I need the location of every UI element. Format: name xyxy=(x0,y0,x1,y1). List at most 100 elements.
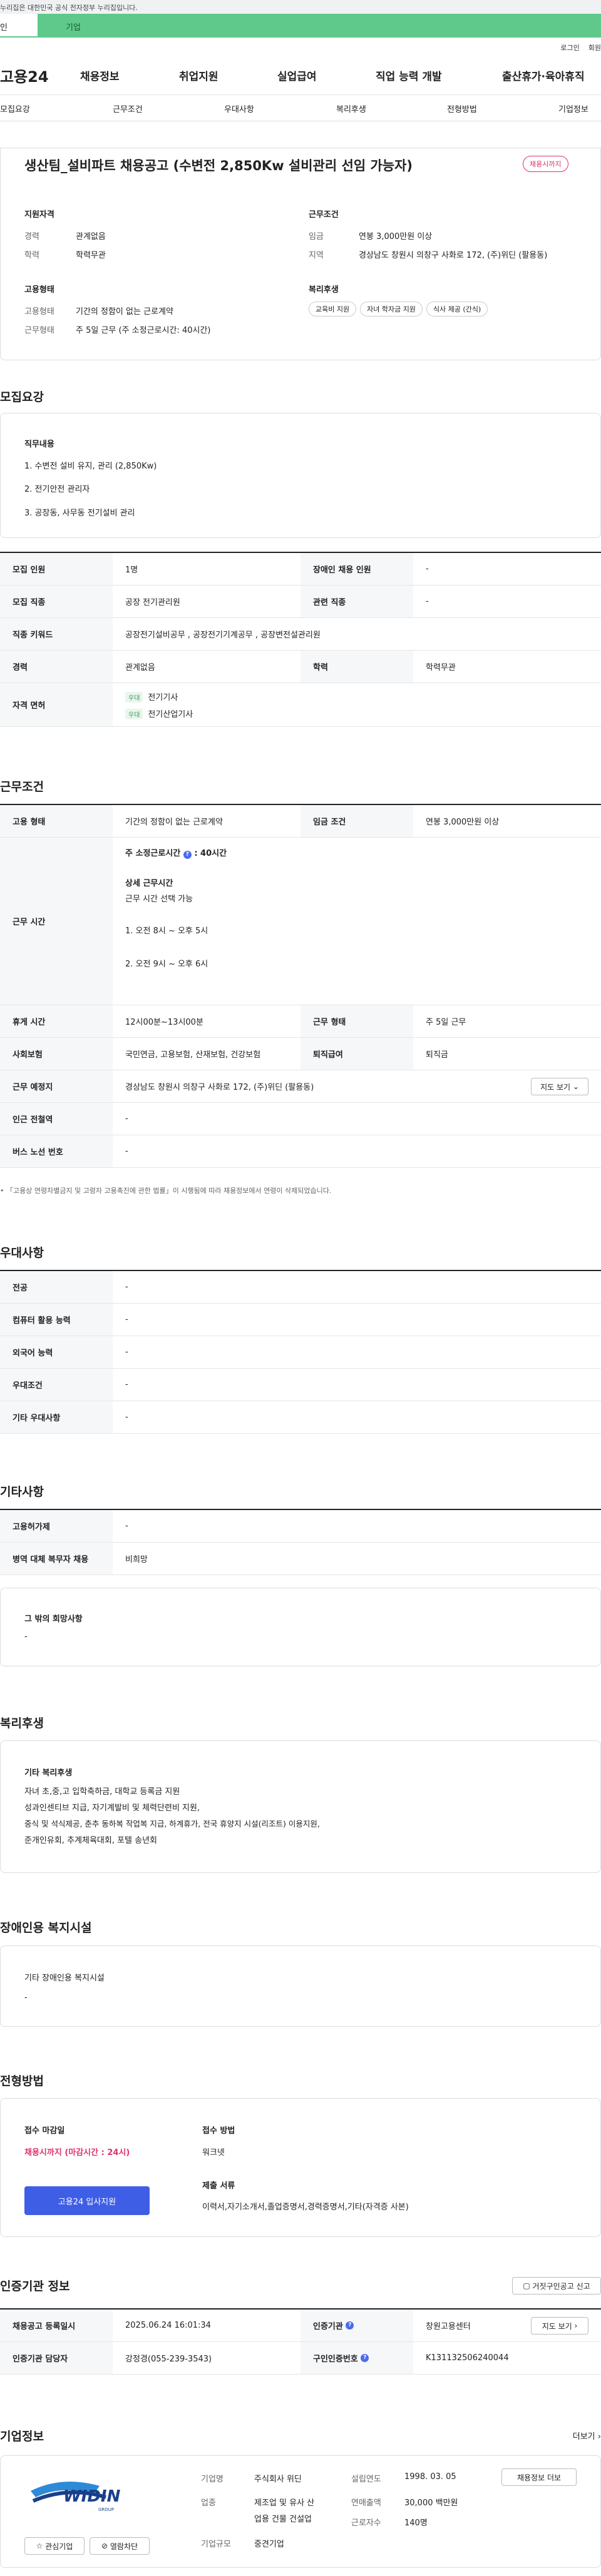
gov-notice-bar: 누리집은 대한민국 공식 전자정부 누리집입니다. xyxy=(0,0,601,14)
docs-label: 제출 서류 xyxy=(202,2181,235,2191)
work-table: 고용 형태 기간의 정함이 없는 근로계약 임금 조건 연봉 3,000만원 이상 근… xyxy=(0,804,601,1168)
welfare-heading: 복리후생 xyxy=(0,1716,44,1730)
block-icon: ⊘ xyxy=(101,2542,108,2550)
wage-value: 연봉 3,000만원 이상 xyxy=(359,232,433,241)
chevron-down-icon: ⌄ xyxy=(572,1082,579,1091)
subnav-company[interactable]: 기업정보 xyxy=(558,103,588,114)
company-more-link[interactable]: 더보기 › xyxy=(573,2430,601,2442)
td: 1명 xyxy=(125,565,138,575)
no-label: 구인인증번호 xyxy=(313,2355,358,2364)
map-button-label: 지도 보기 xyxy=(540,1082,571,1092)
subnav-welfare[interactable]: 복리후생 xyxy=(336,103,366,114)
report-button[interactable]: ▢ 거짓구인공고 신고 xyxy=(512,2277,601,2295)
th: 인근 전철역 xyxy=(0,1103,113,1135)
gnb-item-unemployment[interactable]: 실업급여 xyxy=(277,68,317,83)
th: 버스 노선 번호 xyxy=(0,1135,113,1167)
subnav-work[interactable]: 근무조건 xyxy=(113,103,143,114)
td: 주 5일 근무 xyxy=(426,1018,466,1027)
table-row: 우대조건 - xyxy=(0,1369,601,1401)
duty-card: 직무내용 1. 수변전 설비 유지, 관리 (2,850Kw) 2. 전기안전 … xyxy=(0,413,601,538)
td: - xyxy=(125,1147,128,1156)
td: 연봉 3,000만원 이상 xyxy=(426,818,500,827)
info-icon[interactable]: ? xyxy=(361,2354,369,2362)
td: 학력무관 xyxy=(426,663,456,672)
subnav-process[interactable]: 전형방법 xyxy=(447,103,477,114)
th: 직종 키워드 xyxy=(0,618,113,650)
table-row: 인증기관 담당자 강정경(055-239-3543) 구인인증번호 ? K131132… xyxy=(0,2342,601,2375)
company-card: WIDIN GROUP ☆ 관심기업 ⊘ 열람차단 기업명 주식회사 위딘 업종… xyxy=(0,2455,601,2568)
company-jobs-button[interactable]: 채용정보 더보 xyxy=(501,2468,577,2486)
gnb-item-support[interactable]: 취업지원 xyxy=(179,68,218,83)
gnb-item-training[interactable]: 직업 능력 개발 xyxy=(376,68,442,83)
welfare-line: 중식 및 석식제공, 춘추 동하복 작업복 지급, 하계휴가, 전국 휴양지 시… xyxy=(24,1819,320,1828)
join-link[interactable]: 회원 xyxy=(588,44,601,52)
welfare-tags: 교육비 지원 자녀 학자금 지원 식사 제공 (간식) xyxy=(309,302,491,317)
org-label: 인증기관 xyxy=(313,2322,343,2331)
work-heading: 근무조건 xyxy=(0,780,44,794)
td: 2025.06.24 16:01:34 xyxy=(125,2321,211,2330)
table-row: 모집 직종 공장 전기관리원 관련 직종 - xyxy=(0,586,601,618)
license-item: 우대 전기산업기사 xyxy=(125,707,193,719)
gov-notice-text: 누리집은 대한민국 공식 전자정부 누리집입니다. xyxy=(0,4,138,12)
td: 비희망 xyxy=(125,1555,148,1564)
company-logo: WIDIN GROUP xyxy=(24,2472,150,2516)
login-link[interactable]: 로그인 xyxy=(560,44,579,52)
pref-chip: 우대 xyxy=(125,691,143,702)
gnb-item-jobs[interactable]: 채용정보 xyxy=(80,68,120,83)
logo-sub: GROUP xyxy=(98,2507,115,2512)
td: 공장전기설비공무 , 공장전기기계공무 , 공장변전설관리원 xyxy=(125,631,321,640)
loc-label: 지역 xyxy=(309,251,324,260)
company-name-label: 기업명 xyxy=(201,2475,223,2484)
process-heading: 전형방법 xyxy=(0,2074,44,2088)
info-icon[interactable]: ? xyxy=(346,2321,354,2330)
emptype-label: 고용형태 xyxy=(24,307,54,317)
cert-map-button[interactable]: 지도 보기 › xyxy=(531,2317,588,2335)
weekly-hours: 주 소정근로시간 ? : 40시간 xyxy=(125,846,588,859)
section-subnav: 모집요강 근무조건 우대사항 복리후생 전형방법 기업정보 xyxy=(0,95,601,121)
age-footnote: • 「고용상 연령차별금지 및 고령자 고용촉진에 관한 법률」이 시행됨에 따… xyxy=(0,1187,332,1195)
gnb-item-leave[interactable]: 출산휴가·육아휴직 xyxy=(502,68,585,83)
th: 경력 xyxy=(0,651,113,682)
tab-company[interactable]: 기업 xyxy=(38,14,601,38)
table-row: 경력 관계없음 학력 학력무관 xyxy=(0,651,601,683)
welfare-tag: 자녀 학자금 지원 xyxy=(360,302,423,317)
apply-button[interactable]: 고용24 입사지원 xyxy=(24,2186,150,2215)
th: 퇴직급여 xyxy=(300,1038,413,1070)
pref-heading: 우대사항 xyxy=(0,1246,44,1260)
td: - xyxy=(426,597,429,606)
fav-button[interactable]: ☆ 관심기업 xyxy=(24,2537,85,2555)
duty-title: 직무내용 xyxy=(24,440,54,449)
th: 모집 인원 xyxy=(0,553,113,585)
welfare-line: 자녀 초,중,고 입학축하금, 대학교 등록금 지원 xyxy=(24,1787,180,1797)
size-label: 기업규모 xyxy=(201,2540,231,2549)
td: 강정경(055-239-3543) xyxy=(125,2355,212,2364)
welfare-title: 복리후생 xyxy=(309,285,339,295)
site-logo[interactable]: 고용24 xyxy=(0,64,75,86)
table-row: 기타 우대사항 - xyxy=(0,1401,601,1434)
license-item: 우대 전기기사 xyxy=(125,691,178,702)
est-label: 설립연도 xyxy=(351,2475,381,2484)
shift-item: 1. 오전 8시 ~ 오후 5시 xyxy=(125,926,208,936)
td: - xyxy=(125,1347,128,1357)
table-row: 사회보험 국민연금, 고용보험, 산재보험, 건강보험 퇴직급여 퇴직금 xyxy=(0,1038,601,1070)
shift-item: 2. 오전 9시 ~ 오후 6시 xyxy=(125,960,208,969)
utility-menu: 로그인 회원 xyxy=(0,38,601,56)
tab-personal[interactable]: 인 xyxy=(0,14,38,38)
edu-value: 학력무관 xyxy=(76,251,106,260)
td: - xyxy=(125,1521,128,1531)
fav-label: 관심기업 xyxy=(45,2542,73,2551)
block-button[interactable]: ⊘ 열람차단 xyxy=(90,2537,150,2555)
table-row: 근무 시간 주 소정근로시간 ? : 40시간 상세 근무시간 근무 시간 선택… xyxy=(0,838,601,1005)
global-nav: 고용24 채용정보 취업지원 실업급여 직업 능력 개발 출산휴가·육아휴직 xyxy=(0,56,601,95)
th: 사회보험 xyxy=(0,1038,113,1070)
table-row: 채용공고 등록일시 2025.06.24 16:01:34 인증기관 ? 창원고용센터… xyxy=(0,2310,601,2342)
th: 학력 xyxy=(300,651,413,682)
subnav-pref[interactable]: 우대사항 xyxy=(224,103,254,114)
map-button[interactable]: 지도 보기 ⌄ xyxy=(531,1078,588,1095)
subnav-recruit[interactable]: 모집요강 xyxy=(0,103,30,114)
td: 경상남도 창원시 의창구 사화로 172, (주)위딘 (팔용동) xyxy=(125,1083,314,1092)
th-no: 구인인증번호 ? xyxy=(300,2342,413,2374)
th: 채용공고 등록일시 xyxy=(0,2310,113,2341)
welfare-line: 준개인유회, 추계체육대회, 포텔 송년회 xyxy=(24,1836,158,1845)
info-icon[interactable]: ? xyxy=(183,851,192,859)
